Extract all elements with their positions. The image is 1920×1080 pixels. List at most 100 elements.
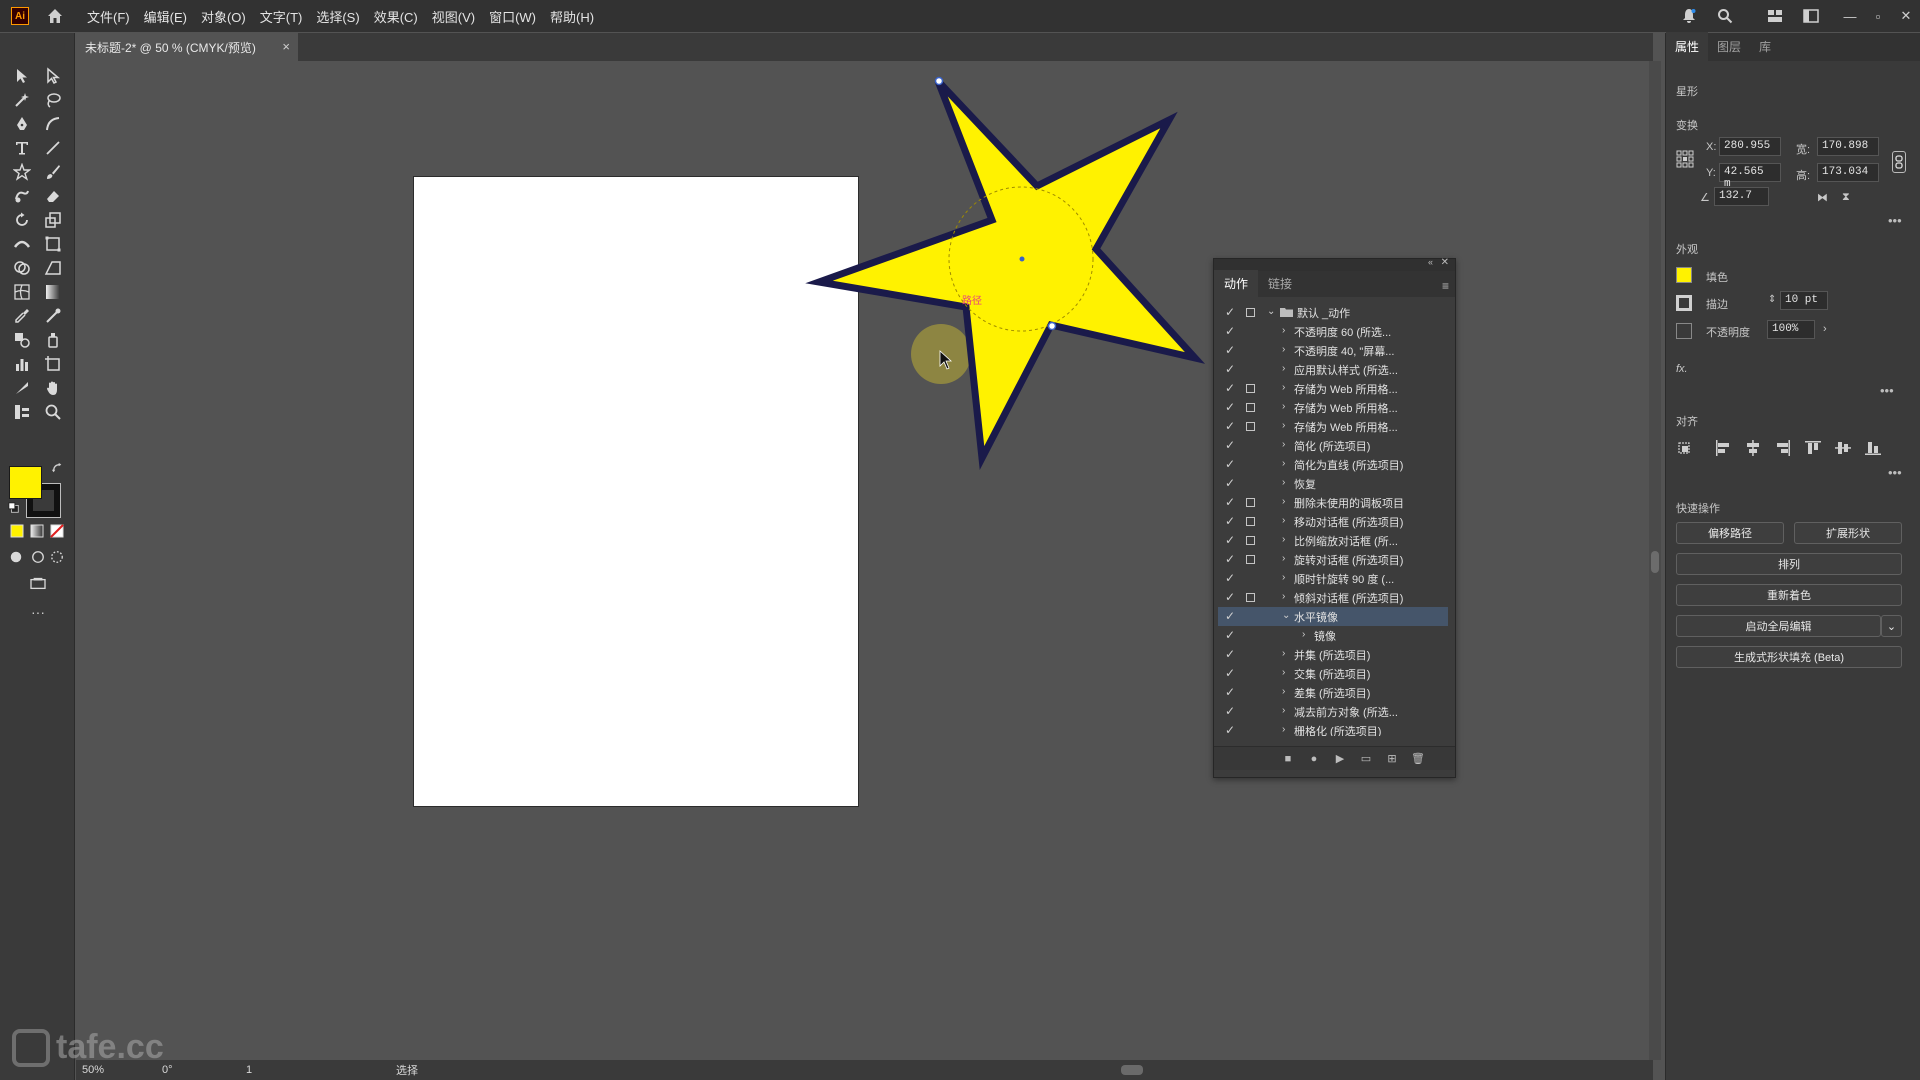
toggle-check-icon[interactable]: ✓ — [1225, 305, 1235, 319]
expand-arrow-icon[interactable]: › — [1282, 534, 1285, 545]
flip-horizontal-icon[interactable]: ⧓ — [1817, 191, 1828, 204]
play-icon[interactable]: ▶ — [1327, 752, 1353, 765]
screen-mode-icon[interactable] — [27, 575, 49, 593]
toggle-check-icon[interactable]: ✓ — [1225, 438, 1235, 452]
dialog-toggle-icon[interactable] — [1246, 422, 1255, 431]
action-row[interactable]: ✓ › 不透明度 60 (所选... — [1218, 322, 1448, 341]
vertical-scrollbar[interactable] — [1649, 61, 1661, 1060]
hand-tool-icon[interactable] — [42, 377, 64, 399]
tab-properties[interactable]: 属性 — [1666, 32, 1709, 61]
draw-normal-icon[interactable] — [7, 548, 25, 566]
arrange-documents-icon[interactable] — [1800, 5, 1822, 27]
stroke-color-icon[interactable] — [1676, 295, 1692, 311]
generative-fill-button[interactable]: 生成式形状填充 (Beta) — [1676, 646, 1902, 668]
action-row[interactable]: ✓ › 存储为 Web 所用格... — [1218, 379, 1448, 398]
pen-tool-icon[interactable] — [11, 113, 33, 135]
toggle-check-icon[interactable]: ✓ — [1225, 552, 1235, 566]
panel-menu-icon[interactable]: ≡ — [1442, 279, 1449, 293]
width-field[interactable]: 170.898 — [1817, 137, 1879, 156]
action-row[interactable]: ✓ › 删除未使用的调板项目 — [1218, 493, 1448, 512]
action-row[interactable]: ✓ › 顺时针旋转 90 度 (... — [1218, 569, 1448, 588]
lasso-tool-icon[interactable] — [42, 89, 64, 111]
expand-arrow-icon[interactable]: › — [1282, 496, 1285, 507]
fx-icon[interactable]: fx. — [1676, 363, 1688, 375]
new-set-icon[interactable]: ▭ — [1353, 752, 1379, 765]
toggle-check-icon[interactable]: ✓ — [1225, 343, 1235, 357]
slice-tool-icon[interactable] — [11, 377, 33, 399]
tab-links[interactable]: 链接 — [1258, 270, 1302, 297]
recolor-button[interactable]: 重新着色 — [1676, 584, 1902, 606]
menu-item[interactable]: 对象(O) — [201, 7, 246, 26]
height-field[interactable]: 173.034 — [1817, 163, 1879, 182]
appearance-more-icon[interactable]: ••• — [1880, 383, 1894, 398]
toggle-check-icon[interactable]: ✓ — [1225, 324, 1235, 338]
toggle-check-icon[interactable]: ✓ — [1225, 666, 1235, 680]
toggle-check-icon[interactable]: ✓ — [1225, 628, 1235, 642]
x-field[interactable]: 280.955 — [1719, 137, 1781, 156]
align-right-icon[interactable] — [1774, 439, 1792, 457]
gradient-mode-icon[interactable] — [29, 523, 45, 539]
close-icon[interactable]: ✕ — [1892, 8, 1920, 24]
action-row[interactable]: ✓ › 简化 (所选项目) — [1218, 436, 1448, 455]
action-row[interactable]: ✓ › 存储为 Web 所用格... — [1218, 398, 1448, 417]
toggle-check-icon[interactable]: ✓ — [1225, 533, 1235, 547]
action-row[interactable]: ✓ › 并集 (所选项目) — [1218, 645, 1448, 664]
fill-color-icon[interactable] — [1676, 267, 1692, 283]
action-row[interactable]: ✓ › 比例缩放对话框 (所... — [1218, 531, 1448, 550]
expand-arrow-icon[interactable]: › — [1282, 382, 1285, 393]
global-edit-dropdown-icon[interactable]: ⌄ — [1881, 615, 1902, 637]
menu-item[interactable]: 帮助(H) — [550, 7, 594, 26]
document-tab[interactable]: 未标题-2* @ 50 % (CMYK/预览) × — [76, 33, 298, 61]
align-more-icon[interactable]: ••• — [1888, 465, 1902, 480]
expand-arrow-icon[interactable]: › — [1282, 363, 1285, 374]
perspective-grid-tool-icon[interactable] — [42, 257, 64, 279]
action-row[interactable]: ✓ › 倾斜对话框 (所选项目) — [1218, 588, 1448, 607]
align-vertical-center-icon[interactable] — [1834, 439, 1852, 457]
edit-toolbar-icon[interactable] — [11, 401, 33, 423]
action-row[interactable]: ✓ › 交集 (所选项目) — [1218, 664, 1448, 683]
line-segment-tool-icon[interactable] — [42, 137, 64, 159]
opacity-icon[interactable] — [1676, 323, 1692, 339]
toggle-check-icon[interactable]: ✓ — [1225, 400, 1235, 414]
selection-tool-icon[interactable] — [11, 65, 33, 87]
toggle-check-icon[interactable]: ✓ — [1225, 457, 1235, 471]
action-row[interactable]: ✓ › 减去前方对象 (所选... — [1218, 702, 1448, 721]
stop-icon[interactable]: ■ — [1275, 753, 1301, 765]
align-to-icon[interactable] — [1678, 439, 1696, 457]
toggle-check-icon[interactable]: ✓ — [1225, 419, 1235, 433]
color-mode-icon[interactable] — [9, 523, 25, 539]
default-colors-icon[interactable] — [7, 501, 21, 515]
rotate-tool-icon[interactable] — [11, 209, 33, 231]
bell-icon[interactable] — [1678, 5, 1700, 27]
dialog-toggle-icon[interactable] — [1246, 384, 1255, 393]
maximize-icon[interactable]: ▫ — [1864, 9, 1892, 24]
expand-arrow-icon[interactable]: › — [1282, 648, 1285, 659]
expand-arrow-icon[interactable]: › — [1282, 705, 1285, 716]
expand-arrow-icon[interactable]: › — [1282, 515, 1285, 526]
expand-arrow-icon[interactable]: › — [1282, 401, 1285, 412]
menu-item[interactable]: 视图(V) — [432, 7, 475, 26]
toggle-check-icon[interactable]: ✓ — [1225, 571, 1235, 585]
close-panel-icon[interactable]: ✕ — [1441, 257, 1449, 268]
toggle-check-icon[interactable]: ✓ — [1225, 685, 1235, 699]
stroke-stepper-icon[interactable]: ⇕ — [1768, 294, 1776, 305]
expand-arrow-icon[interactable]: › — [1302, 629, 1305, 640]
width-tool-icon[interactable] — [11, 233, 33, 255]
align-left-icon[interactable] — [1714, 439, 1732, 457]
dialog-toggle-icon[interactable] — [1246, 308, 1255, 317]
scale-tool-icon[interactable] — [42, 209, 64, 231]
collapse-panel-icon[interactable]: « — [1428, 257, 1433, 267]
action-row[interactable]: ✓ › 镜像 — [1218, 626, 1448, 645]
draw-inside-icon[interactable] — [48, 548, 66, 566]
symbol-sprayer-tool-icon[interactable] — [42, 329, 64, 351]
action-row[interactable]: ✓ › 存储为 Web 所用格... — [1218, 417, 1448, 436]
action-row[interactable]: ✓ › 应用默认样式 (所选... — [1218, 360, 1448, 379]
direct-selection-tool-icon[interactable] — [42, 65, 64, 87]
home-icon[interactable] — [45, 6, 65, 26]
expand-arrow-icon[interactable]: › — [1282, 344, 1285, 355]
eraser-tool-icon[interactable] — [42, 185, 64, 207]
minimize-icon[interactable]: — — [1836, 9, 1864, 24]
dialog-toggle-icon[interactable] — [1246, 536, 1255, 545]
expand-arrow-icon[interactable]: › — [1282, 686, 1285, 697]
flip-vertical-icon[interactable]: ⧗ — [1842, 191, 1850, 204]
